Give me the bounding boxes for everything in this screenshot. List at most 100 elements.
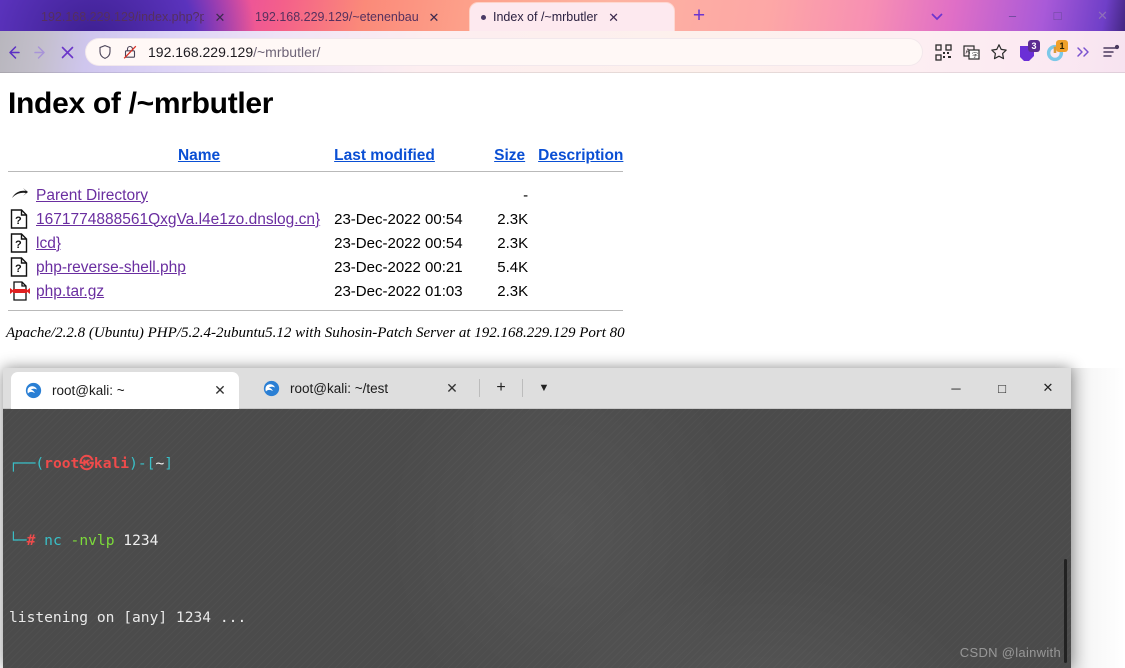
back-button[interactable] (0, 35, 27, 69)
favorite-star-icon[interactable] (985, 38, 1013, 66)
extension-icon[interactable]: 1 (1041, 38, 1069, 66)
terminal-minimize-button[interactable]: ─ (933, 368, 979, 408)
link-file[interactable]: php.tar.gz (36, 283, 104, 300)
table-row: ? 1671774888561QxgVa.l4e1zo.dnslog.cn} 2… (8, 208, 623, 232)
table-spacer (8, 172, 623, 184)
terminal-command-line: └─# nc -nvlp 1234 (9, 531, 1071, 550)
address-path: /~mrbutler/ (253, 44, 321, 60)
table-row: ? php-reverse-shell.php 23-Dec-2022 00:2… (8, 256, 623, 280)
watermark-text: CSDN @lainwith (959, 644, 1061, 660)
svg-text:?: ? (15, 239, 22, 251)
parent-directory-description (538, 184, 623, 208)
close-icon[interactable]: ✕ (211, 382, 229, 399)
new-tab-button[interactable]: + (688, 5, 710, 28)
collections-badge-count: 3 (1028, 40, 1040, 52)
table-header-row: Name Last modified Size Description (8, 147, 623, 169)
svg-text:字: 字 (972, 51, 978, 59)
close-button[interactable]: ✕ (1080, 0, 1125, 31)
browser-tab-0[interactable]: 192.168.229.129/index.php?page ✕ (30, 3, 234, 31)
prompt-path: ~ (155, 454, 165, 472)
address-bar[interactable]: 192.168.229.129/~mrbutler/ (85, 38, 923, 66)
link-parent-directory[interactable]: Parent Directory (36, 187, 148, 204)
file-size: 2.3K (497, 235, 529, 252)
file-size: 2.3K (497, 211, 529, 228)
page-title: Index of /~mrbutler (8, 87, 274, 120)
table-row: php.tar.gz 23-Dec-2022 01:03 2.3K (8, 280, 623, 304)
prompt-bracket-close: ] (164, 454, 174, 472)
column-header-description[interactable]: Description (538, 147, 623, 164)
table-row: ? lcd} 23-Dec-2022 00:54 2.3K (8, 232, 623, 256)
browser-window-controls: – □ ✕ (990, 0, 1125, 31)
unknown-file-icon: ? (8, 256, 34, 280)
tab-list-chevron-down-icon[interactable] (928, 0, 946, 31)
terminal-output-area[interactable]: ┌──(root㉿kali)-[~] └─# nc -nvlp 1234 lis… (3, 409, 1071, 668)
unknown-file-icon: ? (8, 232, 34, 256)
file-date: 23-Dec-2022 00:54 (334, 235, 463, 252)
maximize-button[interactable]: □ (1035, 0, 1080, 31)
browser-tab-1[interactable]: 192.168.229.129/~etenenbaum/p ✕ (244, 3, 448, 31)
directory-listing-table: Name Last modified Size Description Pare… (8, 147, 624, 311)
minimize-button[interactable]: – (990, 0, 1035, 31)
tab-indicator-dot (481, 14, 486, 20)
terminal-prompt-line-1: ┌──(root㉿kali)-[~] (9, 454, 1071, 473)
close-icon[interactable]: ✕ (426, 9, 442, 25)
file-date: 23-Dec-2022 00:54 (334, 211, 463, 228)
compressed-file-icon (8, 280, 34, 304)
browser-tab-2[interactable]: Index of /~mrbutler ✕ (470, 3, 674, 31)
parent-directory-size: - (523, 187, 529, 204)
command-flags: -nvlp (70, 531, 115, 549)
terminal-tab-separator-2 (522, 379, 523, 397)
terminal-scrollbar[interactable] (1064, 559, 1067, 663)
browser-tab-0-title: 192.168.229.129/index.php?page (41, 10, 204, 24)
close-icon[interactable]: ✕ (606, 9, 622, 25)
prompt-user: root (44, 454, 80, 472)
lock-slash-icon[interactable] (122, 44, 138, 60)
unknown-file-icon: ? (8, 208, 34, 232)
forward-button[interactable] (27, 35, 54, 69)
terminal-tab-0[interactable]: root@kali: ~ ✕ (11, 372, 239, 409)
file-description (538, 232, 623, 256)
link-file[interactable]: 1671774888561QxgVa.l4e1zo.dnslog.cn} (36, 211, 320, 228)
browser-toolbar: 192.168.229.129/~mrbutler/ A 字 3 1 (0, 31, 1125, 73)
close-icon[interactable]: ✕ (212, 9, 228, 25)
link-file[interactable]: php-reverse-shell.php (36, 259, 186, 276)
terminal-new-tab-button[interactable]: + (488, 368, 514, 408)
terminal-maximize-button[interactable]: □ (979, 368, 1025, 408)
prompt-open-paren: ( (35, 454, 45, 472)
chevron-down-icon[interactable]: ▼ (531, 368, 557, 408)
file-size: 2.3K (497, 283, 529, 300)
file-date: 23-Dec-2022 01:03 (334, 283, 463, 300)
prompt-branch-bottom: └─ (9, 531, 27, 549)
prompt-host: kali (93, 454, 130, 472)
command-argument: 1234 (123, 531, 159, 549)
prompt-at-symbol: ㉿ (79, 454, 94, 472)
collections-icon[interactable]: 3 (1013, 38, 1041, 66)
file-description (538, 208, 623, 232)
toolbar-icon-group: A 字 3 1 (929, 38, 1125, 66)
close-icon[interactable]: ✕ (443, 380, 461, 397)
file-date: 23-Dec-2022 00:21 (334, 259, 463, 276)
file-size: 5.4K (497, 259, 529, 276)
stop-loading-button[interactable] (54, 35, 81, 69)
parent-directory-date (334, 184, 494, 208)
column-header-name[interactable]: Name (178, 147, 220, 164)
kali-dragon-icon (25, 382, 42, 399)
settings-menu-icon[interactable] (1097, 38, 1125, 66)
column-header-size[interactable]: Size (494, 147, 525, 164)
terminal-tab-1-title: root@kali: ~/test (290, 380, 389, 396)
web-page-content: Index of /~mrbutler Name Last modified S… (0, 73, 1125, 368)
svg-text:A: A (965, 48, 970, 55)
translate-icon[interactable]: A 字 (957, 38, 985, 66)
column-header-last-modified[interactable]: Last modified (334, 147, 435, 164)
svg-text:?: ? (15, 263, 22, 275)
terminal-close-button[interactable]: ✕ (1025, 368, 1071, 408)
terminal-tab-0-title: root@kali: ~ (52, 383, 125, 398)
browser-tab-1-title: 192.168.229.129/~etenenbaum/p (255, 10, 418, 24)
shield-icon[interactable] (97, 44, 113, 60)
qr-code-icon[interactable] (929, 38, 957, 66)
link-file[interactable]: lcd} (36, 235, 61, 252)
overflow-chevrons-icon[interactable] (1069, 38, 1097, 66)
address-host: 192.168.229.129 (148, 44, 254, 60)
terminal-tab-1[interactable]: root@kali: ~/test ✕ (249, 368, 471, 408)
file-description (538, 280, 623, 304)
